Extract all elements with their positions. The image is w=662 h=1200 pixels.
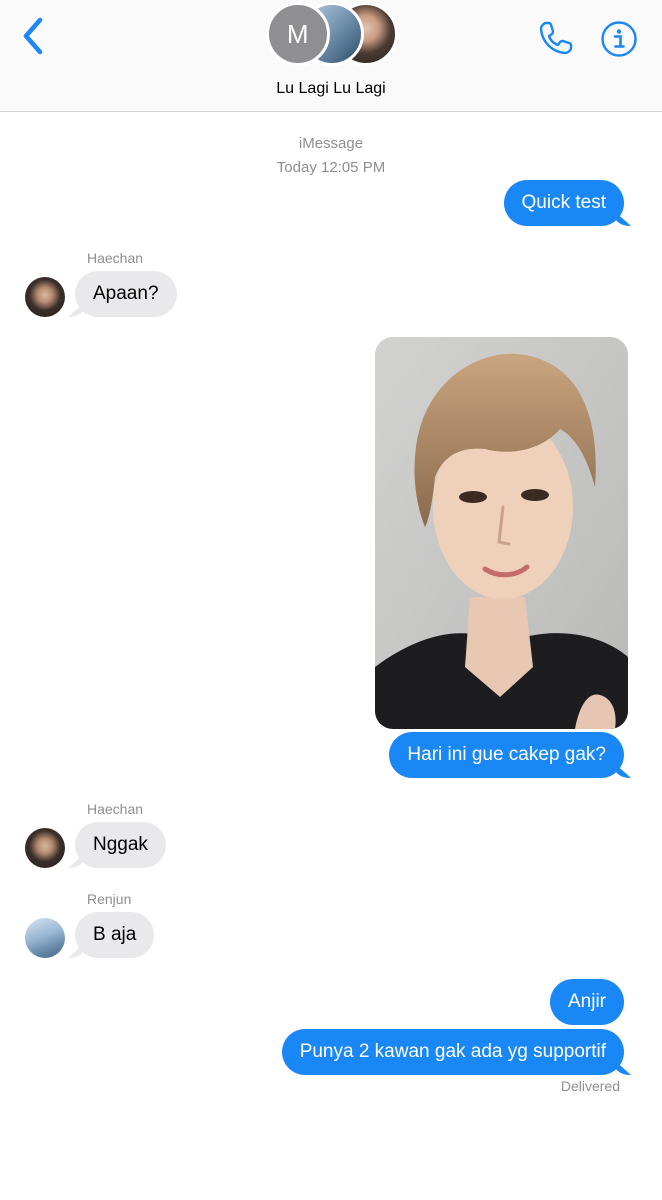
info-icon — [601, 21, 637, 57]
timestamp: Today 12:05 PM — [276, 159, 386, 176]
phone-icon — [539, 21, 573, 55]
back-button[interactable] — [16, 16, 52, 56]
outgoing-message[interactable]: Anjir — [549, 979, 624, 1025]
avatar[interactable] — [25, 828, 65, 868]
avatar[interactable] — [25, 277, 65, 317]
sender-name: Haechan — [87, 250, 144, 266]
group-name[interactable]: Lu Lagi Lu Lagi — [0, 80, 662, 98]
outgoing-message[interactable]: Hari ini gue cakep gak? — [389, 732, 624, 778]
chevron-left-icon — [23, 17, 43, 55]
avatar-initial: M — [286, 18, 310, 49]
incoming-message[interactable]: Apaan? — [75, 271, 177, 317]
sender-name: Haechan — [87, 801, 144, 817]
outgoing-message[interactable]: Quick test — [503, 180, 624, 226]
photo-image — [375, 337, 628, 729]
avatar: M — [266, 2, 330, 66]
service-label: iMessage — [298, 135, 364, 152]
conversation-header: M Lu Lagi Lu Lagi — [0, 0, 662, 112]
incoming-message[interactable]: Nggak — [75, 822, 166, 868]
outgoing-message[interactable]: Punya 2 kawan gak ada yg supportif — [281, 1029, 624, 1075]
delivery-status: Delivered — [560, 1078, 620, 1094]
group-avatars[interactable]: M — [266, 2, 398, 68]
photo-attachment[interactable] — [375, 337, 628, 729]
info-button[interactable] — [600, 20, 638, 58]
imessage-conversation: M Lu Lagi Lu Lagi iMessage Today 12:05 P… — [0, 0, 662, 1200]
avatar[interactable] — [25, 918, 65, 958]
sender-name: Renjun — [87, 891, 132, 907]
call-button[interactable] — [536, 18, 576, 58]
incoming-message[interactable]: B aja — [75, 912, 155, 958]
